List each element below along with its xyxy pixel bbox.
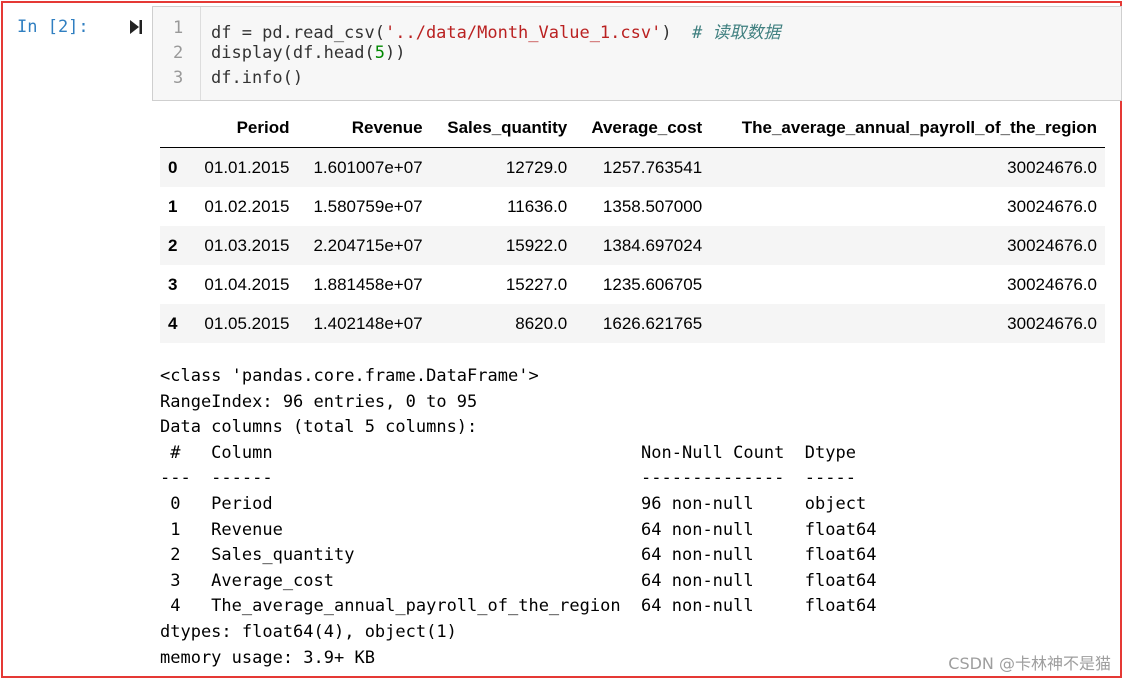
column-header: The_average_annual_payroll_of_the_region bbox=[741, 117, 1097, 137]
code-text: df = pd.read_csv( bbox=[211, 23, 385, 43]
code-line[interactable]: df = pd.read_csv('../data/Month_Value_1.… bbox=[211, 18, 781, 43]
column-header: Average_cost bbox=[591, 117, 703, 137]
code-text: ) bbox=[661, 23, 693, 43]
info-line: Data columns (total 5 columns): bbox=[160, 417, 478, 438]
table-cell: 1384.697024 bbox=[602, 235, 703, 255]
table-cell: 2.204715e+07 bbox=[313, 235, 423, 255]
table-cell: 12729.0 bbox=[505, 157, 568, 177]
table-row: 3 01.04.2015 1.881458e+07 15227.0 1235.6… bbox=[160, 265, 1105, 304]
info-line: 2 Sales_quantity 64 non-null float64 bbox=[160, 545, 877, 566]
table-cell: 01.04.2015 bbox=[204, 274, 290, 294]
code-line[interactable]: display(df.head(5)) bbox=[211, 43, 406, 63]
info-line: dtypes: float64(4), object(1) bbox=[160, 621, 457, 642]
table-cell: 8620.0 bbox=[515, 313, 568, 333]
info-line: 1 Revenue 64 non-null float64 bbox=[160, 519, 877, 540]
table-cell: 15227.0 bbox=[505, 274, 568, 294]
table-cell: 01.05.2015 bbox=[204, 313, 290, 333]
code-cell[interactable]: 1 2 3 df = pd.read_csv('../data/Month_Va… bbox=[152, 6, 1122, 101]
column-header: Revenue bbox=[351, 117, 423, 137]
table-cell: 01.02.2015 bbox=[204, 196, 290, 216]
row-index: 4 bbox=[168, 313, 178, 333]
info-line: 4 The_average_annual_payroll_of_the_regi… bbox=[160, 596, 877, 617]
table-row: 2 01.03.2015 2.204715e+07 15922.0 1384.6… bbox=[160, 226, 1105, 265]
table-cell: 1626.621765 bbox=[602, 313, 703, 333]
table-cell: 30024676.0 bbox=[1007, 313, 1097, 333]
code-string: '../data/Month_Value_1.csv' bbox=[385, 23, 662, 43]
table-cell: 1.580759e+07 bbox=[313, 196, 423, 216]
code-comment: # 读取数据 bbox=[692, 23, 781, 43]
dataframe-table: Period Revenue Sales_quantity Average_co… bbox=[160, 108, 1105, 343]
code-text: )) bbox=[385, 43, 406, 63]
table-row: 1 01.02.2015 1.580759e+07 11636.0 1358.5… bbox=[160, 187, 1105, 226]
info-line: # Column Non-Null Count Dtype bbox=[160, 442, 856, 463]
row-index: 2 bbox=[168, 235, 178, 255]
line-number: 3 bbox=[173, 68, 184, 88]
table-cell: 15922.0 bbox=[505, 235, 568, 255]
line-number: 2 bbox=[173, 43, 184, 63]
table-cell: 30024676.0 bbox=[1007, 196, 1097, 216]
info-line: memory usage: 3.9+ KB bbox=[160, 647, 375, 668]
table-cell: 01.01.2015 bbox=[204, 157, 290, 177]
table-cell: 1257.763541 bbox=[602, 157, 703, 177]
info-line: RangeIndex: 96 entries, 0 to 95 bbox=[160, 391, 478, 412]
row-index: 1 bbox=[168, 196, 178, 216]
column-header: Sales_quantity bbox=[447, 117, 568, 137]
line-number-gutter: 1 2 3 bbox=[153, 7, 201, 100]
row-index: 0 bbox=[168, 157, 178, 177]
info-output: <class 'pandas.core.frame.DataFrame'> Ran… bbox=[160, 364, 876, 671]
table-cell: 30024676.0 bbox=[1007, 235, 1097, 255]
table-header-row: Period Revenue Sales_quantity Average_co… bbox=[160, 108, 1105, 148]
watermark: CSDN @卡林神不是猫 bbox=[948, 654, 1111, 673]
table-cell: 1.601007e+07 bbox=[313, 157, 423, 177]
row-index: 3 bbox=[168, 274, 178, 294]
table-row: 4 01.05.2015 1.402148e+07 8620.0 1626.62… bbox=[160, 304, 1105, 343]
table-cell: 1.402148e+07 bbox=[313, 313, 423, 333]
index-header bbox=[160, 108, 190, 148]
line-number: 1 bbox=[173, 18, 184, 38]
info-line: 0 Period 96 non-null object bbox=[160, 493, 867, 514]
table-cell: 1235.606705 bbox=[602, 274, 703, 294]
step-run-icon[interactable] bbox=[129, 18, 143, 36]
code-line[interactable]: df.info() bbox=[211, 68, 303, 88]
table-row: 0 01.01.2015 1.601007e+07 12729.0 1257.7… bbox=[160, 147, 1105, 187]
cell-prompt: In [2]: bbox=[17, 17, 89, 37]
info-line: <class 'pandas.core.frame.DataFrame'> bbox=[160, 366, 539, 386]
table-cell: 01.03.2015 bbox=[204, 235, 290, 255]
table-cell: 1.881458e+07 bbox=[313, 274, 423, 294]
table-cell: 30024676.0 bbox=[1007, 157, 1097, 177]
table-cell: 11636.0 bbox=[507, 196, 568, 216]
table-cell: 1358.507000 bbox=[602, 196, 703, 216]
code-text: display(df.head( bbox=[211, 43, 375, 63]
code-number: 5 bbox=[374, 43, 386, 63]
info-line: 3 Average_cost 64 non-null float64 bbox=[160, 570, 877, 591]
table-cell: 30024676.0 bbox=[1007, 274, 1097, 294]
column-header: Period bbox=[236, 117, 290, 137]
info-line: --- ------ -------------- ----- bbox=[160, 468, 856, 489]
